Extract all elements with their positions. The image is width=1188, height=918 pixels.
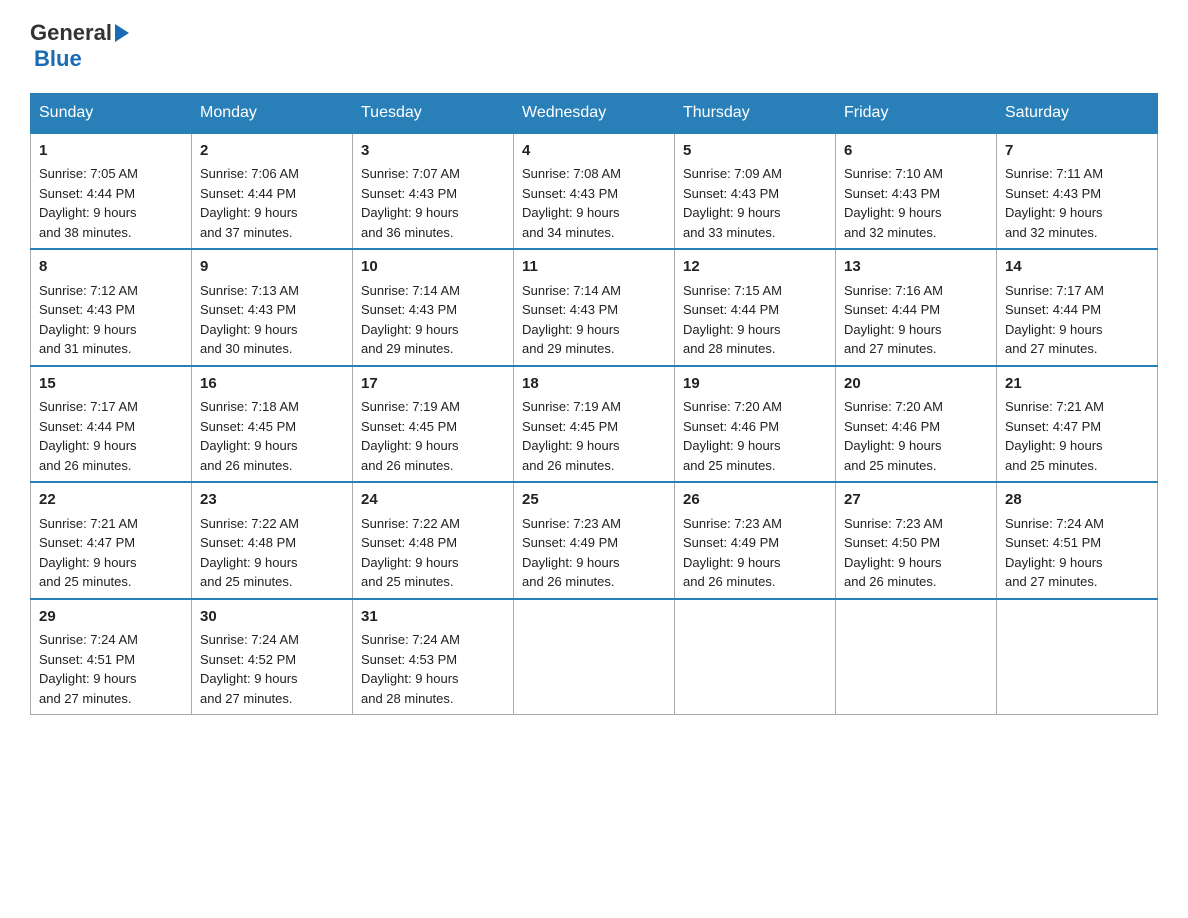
day-number: 1	[39, 140, 183, 163]
calendar-cell: 16Sunrise: 7:18 AMSunset: 4:45 PMDayligh…	[192, 366, 353, 483]
calendar-cell: 8Sunrise: 7:12 AMSunset: 4:43 PMDaylight…	[31, 249, 192, 366]
day-number: 29	[39, 606, 183, 629]
day-number: 25	[522, 489, 666, 512]
week-row-2: 8Sunrise: 7:12 AMSunset: 4:43 PMDaylight…	[31, 249, 1158, 366]
calendar-cell: 30Sunrise: 7:24 AMSunset: 4:52 PMDayligh…	[192, 599, 353, 715]
calendar-cell: 4Sunrise: 7:08 AMSunset: 4:43 PMDaylight…	[514, 133, 675, 250]
calendar-cell	[675, 599, 836, 715]
calendar-cell: 21Sunrise: 7:21 AMSunset: 4:47 PMDayligh…	[997, 366, 1158, 483]
calendar-cell: 26Sunrise: 7:23 AMSunset: 4:49 PMDayligh…	[675, 482, 836, 599]
day-number: 9	[200, 256, 344, 279]
calendar-cell: 15Sunrise: 7:17 AMSunset: 4:44 PMDayligh…	[31, 366, 192, 483]
calendar-cell	[514, 599, 675, 715]
calendar-cell: 11Sunrise: 7:14 AMSunset: 4:43 PMDayligh…	[514, 249, 675, 366]
day-number: 26	[683, 489, 827, 512]
week-row-3: 15Sunrise: 7:17 AMSunset: 4:44 PMDayligh…	[31, 366, 1158, 483]
day-number: 11	[522, 256, 666, 279]
calendar-table: SundayMondayTuesdayWednesdayThursdayFrid…	[30, 93, 1158, 716]
day-number: 12	[683, 256, 827, 279]
calendar-cell: 24Sunrise: 7:22 AMSunset: 4:48 PMDayligh…	[353, 482, 514, 599]
day-number: 6	[844, 140, 988, 163]
week-row-4: 22Sunrise: 7:21 AMSunset: 4:47 PMDayligh…	[31, 482, 1158, 599]
day-number: 27	[844, 489, 988, 512]
calendar-cell: 5Sunrise: 7:09 AMSunset: 4:43 PMDaylight…	[675, 133, 836, 250]
calendar-cell: 14Sunrise: 7:17 AMSunset: 4:44 PMDayligh…	[997, 249, 1158, 366]
weekday-header-thursday: Thursday	[675, 93, 836, 133]
calendar-cell: 12Sunrise: 7:15 AMSunset: 4:44 PMDayligh…	[675, 249, 836, 366]
day-number: 8	[39, 256, 183, 279]
day-number: 13	[844, 256, 988, 279]
calendar-cell: 2Sunrise: 7:06 AMSunset: 4:44 PMDaylight…	[192, 133, 353, 250]
calendar-cell	[997, 599, 1158, 715]
day-number: 14	[1005, 256, 1149, 279]
day-number: 16	[200, 373, 344, 396]
calendar-cell: 3Sunrise: 7:07 AMSunset: 4:43 PMDaylight…	[353, 133, 514, 250]
day-number: 28	[1005, 489, 1149, 512]
day-number: 17	[361, 373, 505, 396]
calendar-cell: 29Sunrise: 7:24 AMSunset: 4:51 PMDayligh…	[31, 599, 192, 715]
day-number: 2	[200, 140, 344, 163]
day-number: 23	[200, 489, 344, 512]
day-number: 15	[39, 373, 183, 396]
weekday-header-row: SundayMondayTuesdayWednesdayThursdayFrid…	[31, 93, 1158, 133]
week-row-1: 1Sunrise: 7:05 AMSunset: 4:44 PMDaylight…	[31, 133, 1158, 250]
page-header: General Blue	[30, 20, 1158, 73]
calendar-cell: 31Sunrise: 7:24 AMSunset: 4:53 PMDayligh…	[353, 599, 514, 715]
logo-triangle-icon	[115, 24, 129, 42]
calendar-cell: 20Sunrise: 7:20 AMSunset: 4:46 PMDayligh…	[836, 366, 997, 483]
calendar-cell: 28Sunrise: 7:24 AMSunset: 4:51 PMDayligh…	[997, 482, 1158, 599]
logo-blue-text: Blue	[34, 46, 129, 72]
weekday-header-tuesday: Tuesday	[353, 93, 514, 133]
calendar-cell: 18Sunrise: 7:19 AMSunset: 4:45 PMDayligh…	[514, 366, 675, 483]
day-number: 19	[683, 373, 827, 396]
weekday-header-monday: Monday	[192, 93, 353, 133]
weekday-header-sunday: Sunday	[31, 93, 192, 133]
calendar-cell: 17Sunrise: 7:19 AMSunset: 4:45 PMDayligh…	[353, 366, 514, 483]
day-number: 20	[844, 373, 988, 396]
weekday-header-wednesday: Wednesday	[514, 93, 675, 133]
day-number: 7	[1005, 140, 1149, 163]
day-number: 5	[683, 140, 827, 163]
weekday-header-friday: Friday	[836, 93, 997, 133]
calendar-cell	[836, 599, 997, 715]
calendar-cell: 27Sunrise: 7:23 AMSunset: 4:50 PMDayligh…	[836, 482, 997, 599]
calendar-cell: 19Sunrise: 7:20 AMSunset: 4:46 PMDayligh…	[675, 366, 836, 483]
calendar-cell: 25Sunrise: 7:23 AMSunset: 4:49 PMDayligh…	[514, 482, 675, 599]
calendar-cell: 1Sunrise: 7:05 AMSunset: 4:44 PMDaylight…	[31, 133, 192, 250]
calendar-cell: 22Sunrise: 7:21 AMSunset: 4:47 PMDayligh…	[31, 482, 192, 599]
calendar-cell: 13Sunrise: 7:16 AMSunset: 4:44 PMDayligh…	[836, 249, 997, 366]
calendar-cell: 9Sunrise: 7:13 AMSunset: 4:43 PMDaylight…	[192, 249, 353, 366]
day-number: 18	[522, 373, 666, 396]
logo: General Blue	[30, 20, 129, 73]
day-number: 22	[39, 489, 183, 512]
weekday-header-saturday: Saturday	[997, 93, 1158, 133]
day-number: 30	[200, 606, 344, 629]
calendar-cell: 7Sunrise: 7:11 AMSunset: 4:43 PMDaylight…	[997, 133, 1158, 250]
calendar-cell: 6Sunrise: 7:10 AMSunset: 4:43 PMDaylight…	[836, 133, 997, 250]
day-number: 10	[361, 256, 505, 279]
day-number: 3	[361, 140, 505, 163]
calendar-cell: 10Sunrise: 7:14 AMSunset: 4:43 PMDayligh…	[353, 249, 514, 366]
logo-general-text: General	[30, 20, 112, 46]
week-row-5: 29Sunrise: 7:24 AMSunset: 4:51 PMDayligh…	[31, 599, 1158, 715]
day-number: 24	[361, 489, 505, 512]
day-number: 31	[361, 606, 505, 629]
day-number: 4	[522, 140, 666, 163]
calendar-cell: 23Sunrise: 7:22 AMSunset: 4:48 PMDayligh…	[192, 482, 353, 599]
day-number: 21	[1005, 373, 1149, 396]
